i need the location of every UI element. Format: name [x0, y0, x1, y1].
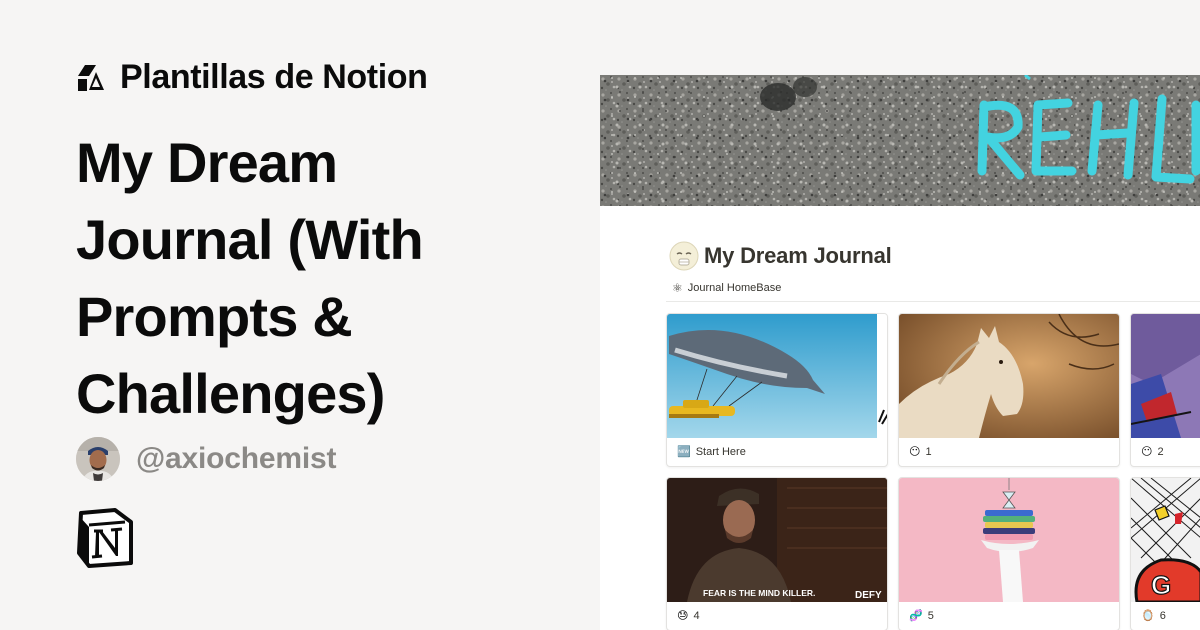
purple-cartoon-image — [1131, 314, 1200, 438]
author-avatar[interactable] — [76, 437, 120, 481]
page-title: My Dream Journal — [668, 240, 892, 272]
gallery-card[interactable]: 😶 2 — [1130, 313, 1200, 467]
page-title-text: My Dream Journal — [704, 243, 892, 268]
divider — [666, 301, 1200, 302]
comic-graffiti-image: G — [1131, 478, 1200, 602]
template-title: My Dream Journal (With Prompts & Challen… — [76, 131, 424, 425]
sleepy-face-icon — [669, 241, 699, 271]
hand-towels-hourglass-image — [899, 478, 1119, 602]
card-label: 4 — [693, 609, 700, 622]
author[interactable]: @axiochemist — [76, 437, 336, 481]
card-label: 2 — [1157, 445, 1164, 458]
author-handle[interactable]: @axiochemist — [136, 442, 336, 476]
image-caption-text: FEAR IS THE MIND KILLER. — [703, 588, 815, 598]
plantillas-logo-icon — [78, 64, 104, 91]
card-label: 1 — [925, 445, 932, 458]
dna-icon: 🧬 — [909, 609, 923, 622]
card-label: 6 — [1159, 609, 1166, 622]
notion-logo-icon — [77, 508, 133, 568]
atom-icon: ⚛ — [672, 281, 683, 295]
gallery-card[interactable]: FEAR IS THE MIND KILLER. DEFY 😓 4 — [666, 477, 888, 630]
view-label: Journal HomeBase — [687, 282, 782, 294]
notion-page-preview: My Dream Journal ⚛ Journal HomeBase 🆕 St… — [600, 75, 1200, 630]
sweat-face-icon: 😓 — [677, 609, 689, 622]
card-label: Start Here — [695, 445, 746, 458]
gallery-card[interactable]: G 🪞 6 — [1130, 477, 1200, 630]
svg-text:G: G — [1151, 570, 1171, 600]
mirror-icon: 🪞 — [1141, 609, 1155, 622]
flying-whale-plane-image — [667, 314, 887, 438]
new-icon: 🆕 — [677, 445, 691, 458]
gallery-card[interactable]: 😶 1 — [898, 313, 1120, 467]
man-fear-quote-image: FEAR IS THE MIND KILLER. DEFY — [667, 478, 887, 602]
card-label: 5 — [927, 609, 934, 622]
face-icon: 😶 — [1141, 445, 1153, 458]
white-horse-image — [899, 314, 1119, 438]
brand: Plantillas de Notion — [76, 58, 428, 97]
face-icon: 😶 — [909, 445, 921, 458]
gallery-card[interactable]: 🆕 Start Here — [666, 313, 888, 467]
brand-name: Plantillas de Notion — [120, 58, 428, 96]
gallery-card[interactable]: 🧬 5 — [898, 477, 1120, 630]
cover-image — [600, 75, 1200, 206]
view-tab-journal-homebase[interactable]: ⚛ Journal HomeBase — [672, 281, 781, 295]
defy-logo-text: DEFY — [855, 590, 882, 601]
